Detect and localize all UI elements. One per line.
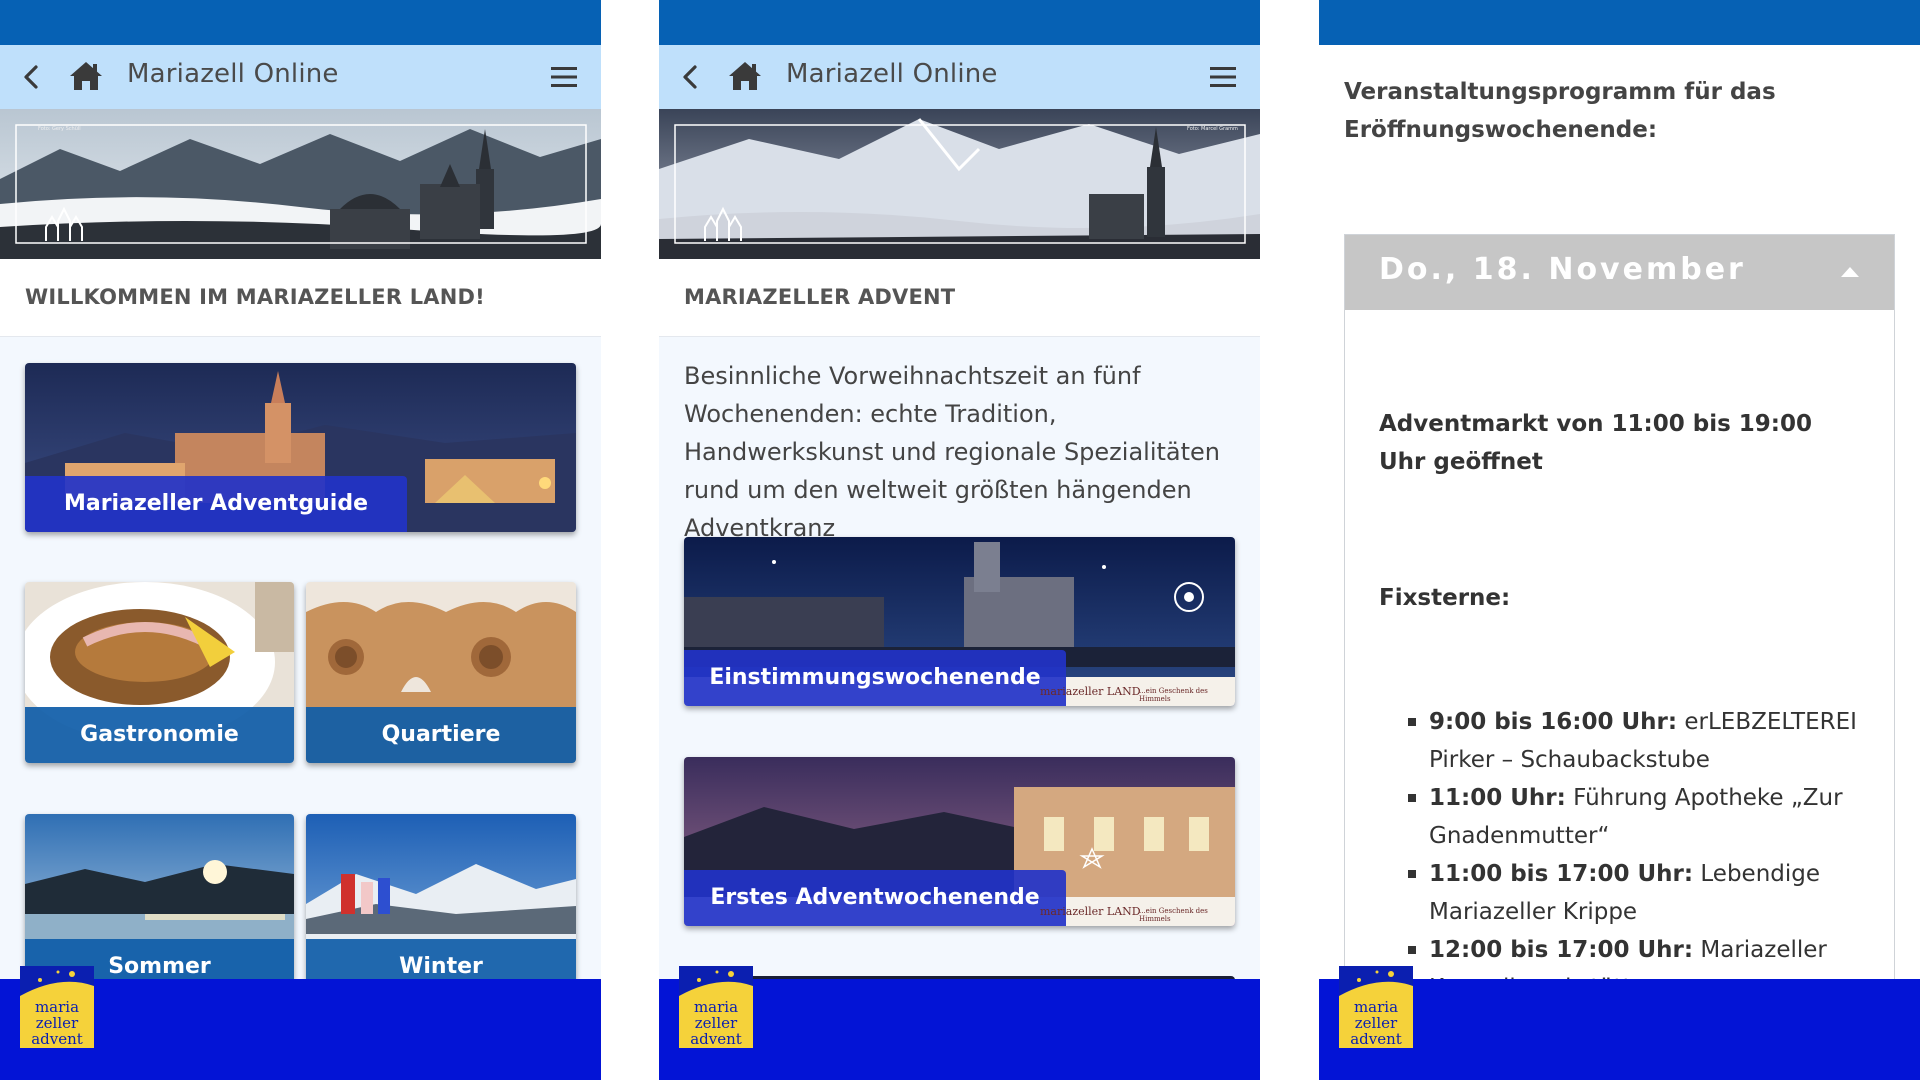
hero-landscape-image bbox=[0, 109, 601, 259]
page-title-bar: WILLKOMMEN IM MARIAZELLER LAND! bbox=[0, 259, 601, 337]
home-icon[interactable] bbox=[727, 59, 763, 93]
status-bar bbox=[0, 0, 601, 45]
hamburger-menu-icon[interactable] bbox=[1208, 63, 1238, 91]
logo-text-line-3: advent bbox=[1350, 1030, 1402, 1048]
banner-brand: mariazeller LAND bbox=[1040, 685, 1141, 698]
page-title: MARIAZELLER ADVENT bbox=[684, 285, 956, 309]
logo-text-line-3: advent bbox=[690, 1030, 742, 1048]
item-time: 11:00 bis 17:00 Uhr: bbox=[1429, 861, 1694, 887]
hamburger-menu-icon[interactable] bbox=[549, 63, 579, 91]
app-header: Mariazell Online bbox=[659, 45, 1260, 109]
page-title: WILLKOMMEN IM MARIAZELLER LAND! bbox=[25, 285, 485, 309]
program-list: 9:00 bis 16:00 Uhr: erLEBZELTEREI Pirker… bbox=[1379, 703, 1859, 1007]
app-title: Mariazell Online bbox=[127, 59, 339, 89]
card-erstes-adventwochenende[interactable]: Erstes Adventwochenende mariazeller LAND… bbox=[684, 757, 1235, 926]
screen-advent: Mariazell Online Foto: Marcel Gramm MARI… bbox=[659, 0, 1260, 1080]
banner-brand: mariazeller LAND bbox=[1040, 905, 1141, 918]
back-icon[interactable] bbox=[16, 61, 48, 93]
program-heading: Veranstaltungsprogramm für das Eröffnung… bbox=[1344, 79, 1776, 143]
tile-adventguide[interactable]: Mariazeller Adventguide bbox=[25, 363, 576, 532]
accordion-title: Do., 18. November bbox=[1379, 252, 1746, 287]
opening-hours: Adventmarkt von 11:00 bis 19:00 Uhr geöf… bbox=[1379, 411, 1813, 475]
photo-credit: Foto: Gery Schüll bbox=[38, 126, 81, 132]
tile-winter[interactable]: Winter bbox=[306, 814, 576, 995]
mariazeller-advent-logo[interactable]: maria zeller advent bbox=[20, 966, 94, 1048]
card-einstimmungswochenende[interactable]: Einstimmungswochenende mariazeller LAND … bbox=[684, 537, 1235, 706]
accordion-body: Adventmarkt von 11:00 bis 19:00 Uhr geöf… bbox=[1379, 405, 1859, 1007]
mariazeller-advent-logo[interactable]: maria zeller advent bbox=[679, 966, 753, 1048]
photo-credit: Foto: Marcel Gramm bbox=[1187, 126, 1238, 132]
status-bar bbox=[1319, 0, 1920, 45]
app-header: Mariazell Online bbox=[0, 45, 601, 109]
tile-gastronomie[interactable]: Gastronomie bbox=[25, 582, 294, 763]
item-time: 9:00 bis 16:00 Uhr: bbox=[1429, 709, 1678, 735]
intro-text: Besinnliche Vorweihnachtszeit an fünf Wo… bbox=[684, 362, 1220, 542]
status-bar bbox=[659, 0, 1260, 45]
screen-home: Mariazell Online Foto: Gery Schüll WILLK… bbox=[0, 0, 601, 1080]
banner-tagline: ...ein Geschenk des Himmels bbox=[1139, 687, 1208, 703]
banner-tagline: ...ein Geschenk des Himmels bbox=[1139, 907, 1208, 923]
hero-night-image bbox=[659, 109, 1260, 259]
card-erstes-advent-label: Erstes Adventwochenende bbox=[684, 870, 1066, 926]
back-icon[interactable] bbox=[675, 61, 707, 93]
hero-banner: Foto: Marcel Gramm bbox=[659, 109, 1260, 259]
tile-adventguide-label: Mariazeller Adventguide bbox=[25, 476, 407, 532]
mariazeller-advent-logo[interactable]: maria zeller advent bbox=[1339, 966, 1413, 1048]
hero-banner: Foto: Gery Schüll bbox=[0, 109, 601, 259]
screen-program: Veranstaltungsprogramm für das Eröffnung… bbox=[1319, 0, 1920, 1080]
accordion-header[interactable]: Do., 18. November bbox=[1345, 235, 1894, 310]
card-einstimmung-label: Einstimmungswochenende bbox=[684, 650, 1066, 706]
tile-gastronomie-label: Gastronomie bbox=[25, 707, 294, 763]
list-item: 11:00 bis 17:00 Uhr: Lebendige Mariazell… bbox=[1395, 855, 1859, 931]
item-time: 11:00 Uhr: bbox=[1429, 785, 1566, 811]
app-title: Mariazell Online bbox=[786, 59, 998, 89]
list-item: 9:00 bis 16:00 Uhr: erLEBZELTEREI Pirker… bbox=[1395, 703, 1859, 779]
item-time: 12:00 bis 17:00 Uhr: bbox=[1429, 937, 1694, 963]
caret-up-icon[interactable] bbox=[1840, 265, 1860, 279]
tile-quartiere[interactable]: Quartiere bbox=[306, 582, 576, 763]
logo-text-line-3: advent bbox=[31, 1030, 83, 1048]
home-icon[interactable] bbox=[68, 59, 104, 93]
page-title-bar: MARIAZELLER ADVENT bbox=[659, 259, 1260, 337]
tile-quartiere-label: Quartiere bbox=[306, 707, 576, 763]
list-item: 11:00 Uhr: Führung Apotheke „Zur Gnadenm… bbox=[1395, 779, 1859, 855]
accordion-day: Do., 18. November Adventmarkt von 11:00 … bbox=[1344, 234, 1895, 1034]
fixstars-title: Fixsterne: bbox=[1379, 585, 1511, 611]
